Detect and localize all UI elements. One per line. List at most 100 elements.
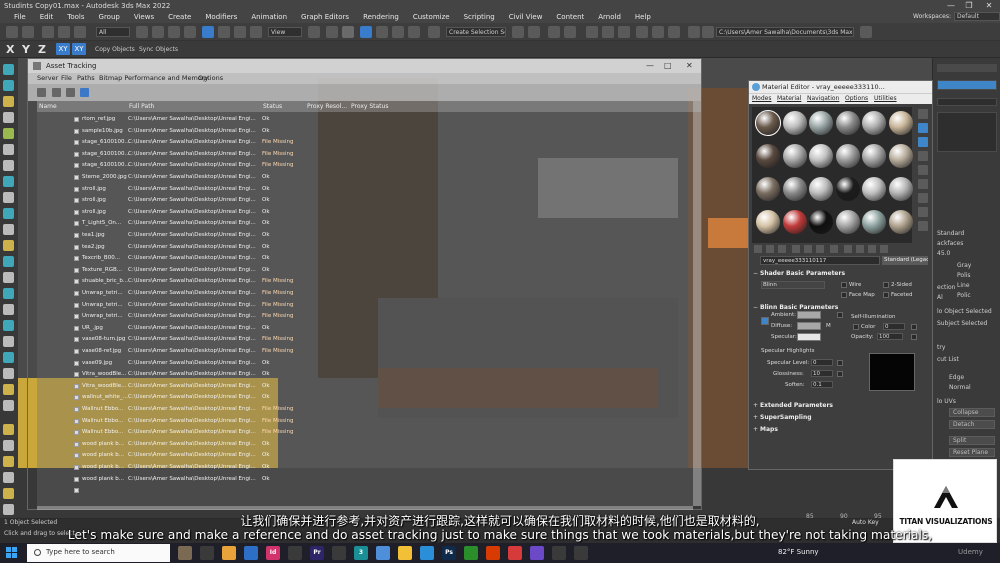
motion-icon[interactable] xyxy=(3,224,14,235)
material-slot[interactable] xyxy=(888,144,913,168)
asset-row[interactable]: vase08-ref.jpg C:\Users\Amer Sawalha\Desk… xyxy=(37,347,657,356)
ambient-map-lock[interactable] xyxy=(837,312,843,318)
menu-edit[interactable]: Edit xyxy=(40,13,54,21)
show-shaded-material-icon[interactable] xyxy=(844,245,852,253)
system-icon[interactable] xyxy=(3,192,14,203)
sun-icon[interactable] xyxy=(3,384,14,395)
modifier-stack[interactable] xyxy=(937,112,997,152)
hierarchy-icon[interactable] xyxy=(3,208,14,219)
material-slot[interactable] xyxy=(888,111,913,135)
utilities-icon[interactable] xyxy=(3,256,14,267)
pivot-center-icon[interactable] xyxy=(308,26,320,38)
mirror-icon[interactable] xyxy=(512,26,524,38)
shape-icon[interactable] xyxy=(3,128,14,139)
asset-minimize-button[interactable]: — xyxy=(646,61,654,70)
detach-button[interactable]: Detach xyxy=(949,420,995,429)
column-full-path[interactable]: Full Path xyxy=(129,103,154,110)
opacity-map-button[interactable] xyxy=(911,334,917,340)
asset-menu-file[interactable]: File xyxy=(61,74,72,82)
helper-icon[interactable] xyxy=(3,160,14,171)
specular-swatch[interactable] xyxy=(797,333,821,341)
material-slot[interactable] xyxy=(862,144,886,168)
light-icon[interactable] xyxy=(3,96,14,107)
material-slot[interactable] xyxy=(862,111,886,135)
asset-menu-bitmap-performance[interactable]: Bitmap Performance and Memory xyxy=(99,74,208,82)
material-slot[interactable] xyxy=(782,210,807,234)
asset-row[interactable]: Vitra_woodBle... C:\Users\Amer Sawalha\De… xyxy=(37,382,657,391)
taskbar-app-icon[interactable]: Pr xyxy=(310,546,324,560)
list-view-icon[interactable] xyxy=(66,88,75,97)
axis-y-button[interactable]: Y xyxy=(22,43,30,56)
put-material-icon[interactable] xyxy=(766,245,774,253)
material-type-button[interactable]: Standard (Legacy) xyxy=(882,256,928,265)
material-slot[interactable] xyxy=(809,177,833,201)
material-slot[interactable] xyxy=(835,144,860,168)
menu-views[interactable]: Views xyxy=(134,13,154,21)
asset-row[interactable]: tea2.jpg C:\Users\Amer Sawalha\Desktop\Un… xyxy=(37,243,657,252)
make-unique-icon[interactable] xyxy=(804,245,812,253)
lock-ambient-icon[interactable] xyxy=(761,317,769,325)
move-icon[interactable] xyxy=(202,26,214,38)
asset-horizontal-scrollbar[interactable] xyxy=(37,506,693,510)
snap-icon[interactable] xyxy=(3,288,14,299)
torus-icon[interactable] xyxy=(3,488,14,499)
zoom-icon[interactable] xyxy=(3,336,14,347)
taskbar-app-icon[interactable] xyxy=(178,546,192,560)
opacity-field[interactable]: 100 xyxy=(877,333,903,340)
go-to-parent-icon[interactable] xyxy=(868,245,876,253)
shader-basic-rollout[interactable]: − Shader Basic Parameters xyxy=(749,269,932,279)
render-setup-icon[interactable] xyxy=(636,26,648,38)
taskbar-app-icon[interactable] xyxy=(464,546,478,560)
menu-scripting[interactable]: Scripting xyxy=(464,13,495,21)
taskbar-app-icon[interactable] xyxy=(376,546,390,560)
sphere-icon[interactable] xyxy=(3,456,14,467)
render-in-cloud-icon[interactable] xyxy=(688,26,700,38)
material-slot[interactable] xyxy=(888,177,913,201)
sample-type-icon[interactable] xyxy=(918,109,928,119)
supersampling-rollout[interactable]: + SuperSampling xyxy=(749,413,932,423)
shader-type-dropdown[interactable]: Blinn xyxy=(761,281,825,289)
asset-row[interactable]: wood plank b... C:\Users\Amer Sawalha\Des… xyxy=(37,463,657,472)
taskbar-app-icon[interactable] xyxy=(200,546,214,560)
asset-row[interactable]: stage_6100100... C:\Users\Amer Sawalha\De… xyxy=(37,161,657,170)
asset-menu-server[interactable]: Server xyxy=(37,74,58,82)
windows-start-icon[interactable] xyxy=(6,547,18,559)
asset-menu-options[interactable]: Options xyxy=(198,74,223,82)
diffuse-swatch[interactable] xyxy=(797,322,821,330)
column-proxy-status[interactable]: Proxy Status xyxy=(351,103,388,110)
extended-parameters-rollout[interactable]: + Extended Parameters xyxy=(749,401,932,411)
teapot-icon[interactable] xyxy=(3,400,14,411)
menu-help[interactable]: Help xyxy=(635,13,651,21)
select-manipulate-icon[interactable] xyxy=(326,26,338,38)
asset-vertical-scrollbar[interactable] xyxy=(693,101,701,506)
axis-z-button[interactable]: Z xyxy=(38,43,46,56)
select-by-name-icon[interactable] xyxy=(152,26,164,38)
asset-close-button[interactable]: ✕ xyxy=(686,61,693,70)
grid-icon[interactable] xyxy=(3,272,14,283)
asset-row[interactable]: wood plank b... C:\Users\Amer Sawalha\Des… xyxy=(37,440,657,449)
light-bulb-icon[interactable] xyxy=(3,424,14,435)
select-by-material-icon[interactable] xyxy=(918,207,928,217)
asset-row[interactable]: Texcrib_B00... C:\Users\Amer Sawalha\Desk… xyxy=(37,254,657,263)
material-name-field[interactable]: vray_eeeee333110117 xyxy=(760,256,880,265)
get-material-icon[interactable] xyxy=(754,245,762,253)
menu-rendering[interactable]: Rendering xyxy=(363,13,399,21)
ambient-swatch[interactable] xyxy=(797,311,821,319)
asset-row[interactable]: stroll.jpg C:\Users\Amer Sawalha\Desktop\… xyxy=(37,208,657,217)
menu-arnold[interactable]: Arnold xyxy=(598,13,621,21)
specular-level-field[interactable]: 0 xyxy=(811,359,833,366)
copy-objects-tab[interactable]: Copy Objects xyxy=(92,44,138,55)
diffuse-map-button[interactable]: M xyxy=(826,323,831,329)
mat-menu-utilities[interactable]: Utilities xyxy=(874,95,897,102)
spinner-snap-icon[interactable] xyxy=(408,26,420,38)
assign-material-icon[interactable] xyxy=(778,245,786,253)
video-color-check-icon[interactable] xyxy=(918,165,928,175)
taskbar-app-icon[interactable] xyxy=(398,546,412,560)
split-button[interactable]: Split xyxy=(949,436,995,445)
asset-row[interactable]: Wallnut Ebbo... C:\Users\Amer Sawalha\Des… xyxy=(37,417,657,426)
self-illum-color-checkbox[interactable] xyxy=(853,324,859,330)
mat-menu-options[interactable]: Options xyxy=(845,95,868,102)
column-proxy-resolution[interactable]: Proxy Resol... xyxy=(307,103,347,110)
space-warp-icon[interactable] xyxy=(3,176,14,187)
asset-row[interactable]: Unwrap_tetri... C:\Users\Amer Sawalha\Des… xyxy=(37,289,657,298)
